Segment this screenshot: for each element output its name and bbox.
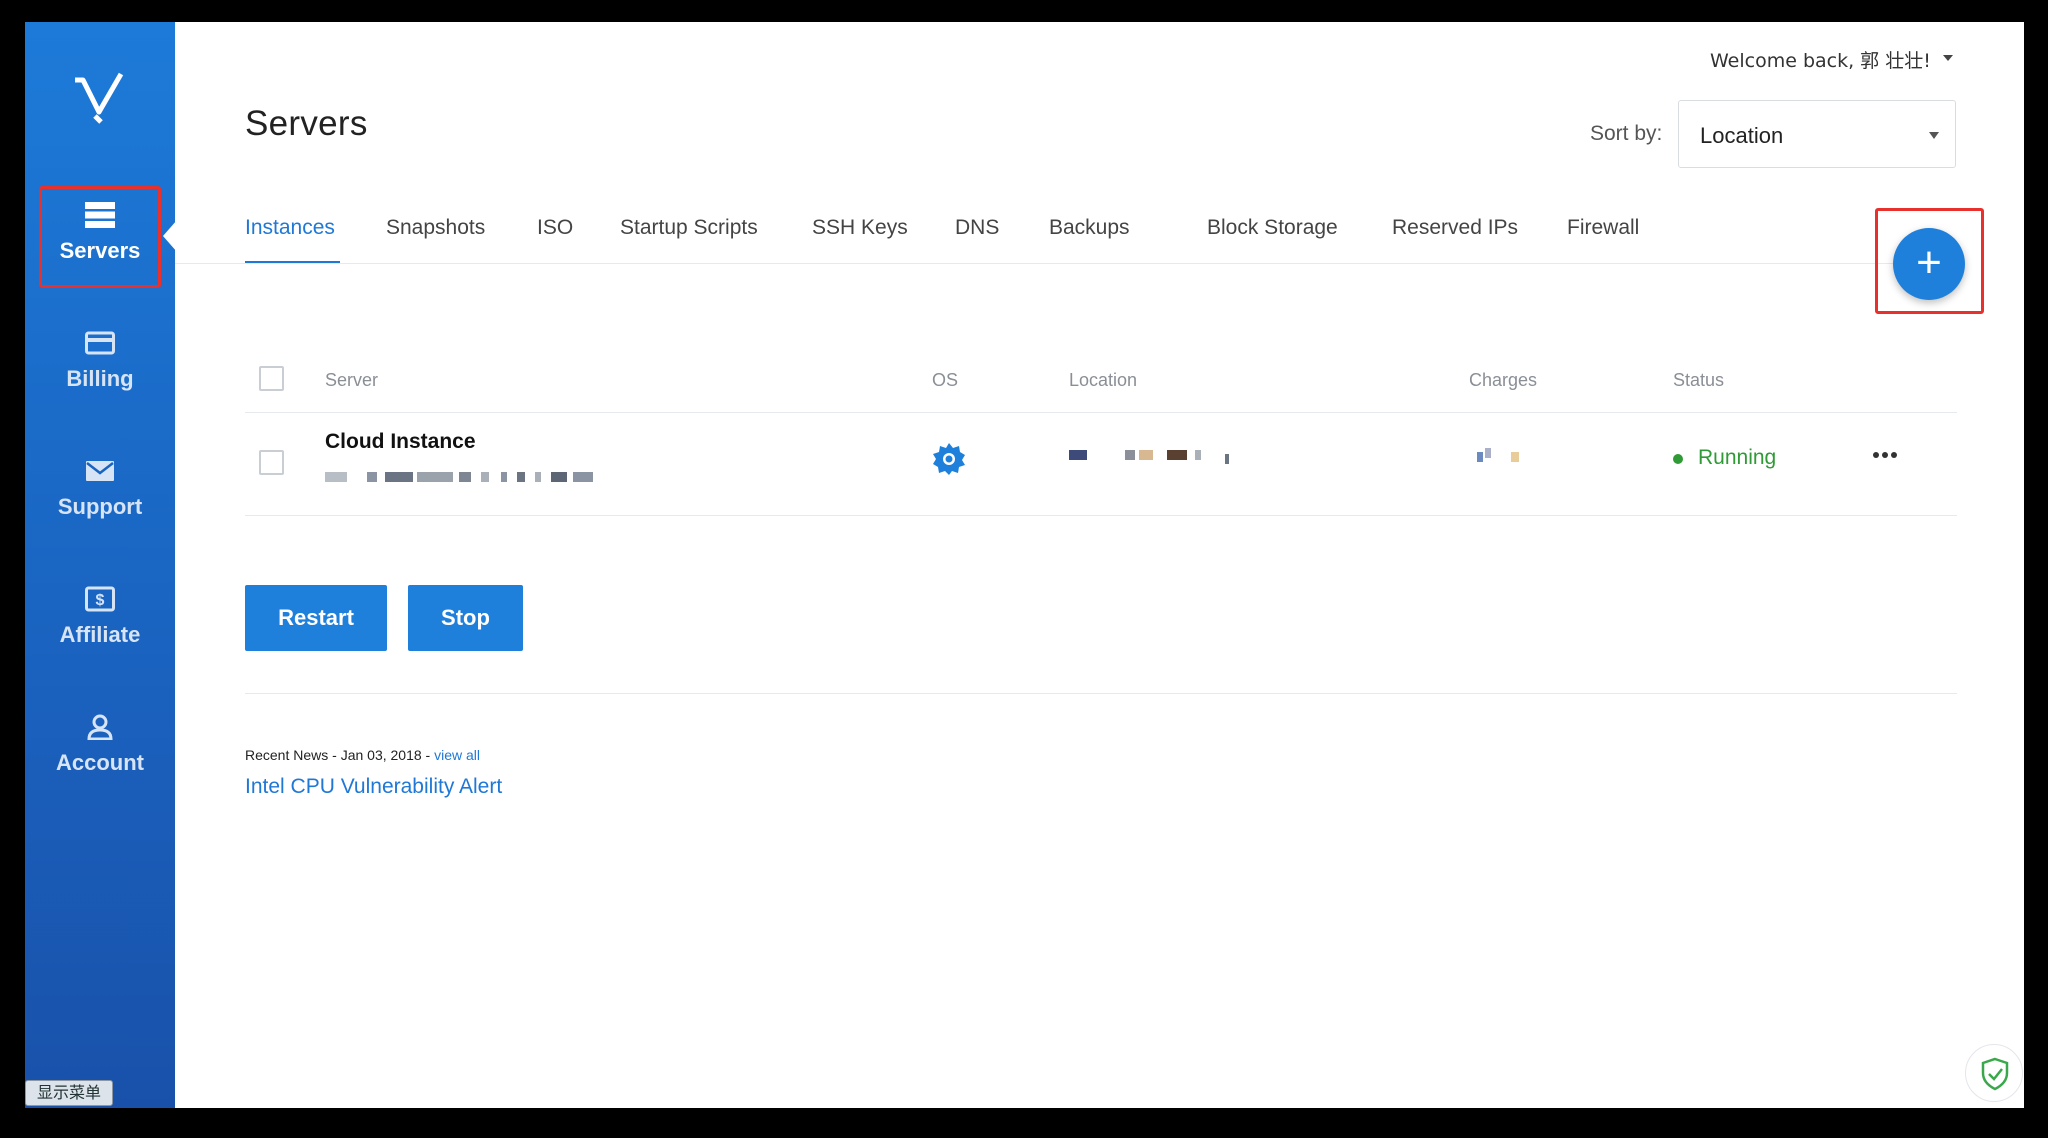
app-window: Servers Billing Support $ Affiliate Acco… <box>25 22 2024 1108</box>
tab-snapshots[interactable]: Snapshots <box>386 216 485 240</box>
view-all-link[interactable]: view all <box>434 747 480 763</box>
news-title-link[interactable]: Intel CPU Vulnerability Alert <box>245 775 502 799</box>
os-gear-icon <box>933 443 965 475</box>
sidebar-item-label: Support <box>57 494 143 519</box>
stop-button[interactable]: Stop <box>408 585 523 651</box>
sidebar-item-support[interactable]: Support <box>25 438 175 548</box>
tab-backups[interactable]: Backups <box>1049 216 1130 240</box>
caret-down-icon[interactable] <box>1943 55 1953 61</box>
redacted-location <box>1069 450 1259 464</box>
active-pointer <box>163 220 177 252</box>
table-row-divider <box>245 515 1957 516</box>
tab-reserved-ips[interactable]: Reserved IPs <box>1392 216 1518 240</box>
shield-check-icon <box>1981 1057 2009 1091</box>
tab-firewall[interactable]: Firewall <box>1567 216 1639 240</box>
recent-news-meta: Recent News - Jan 03, 2018 - view all <box>245 747 480 763</box>
status-running-dot <box>1673 454 1683 464</box>
table-header-divider <box>245 412 1957 413</box>
chevron-down-icon <box>1929 132 1939 139</box>
tab-block-storage[interactable]: Block Storage <box>1207 216 1338 240</box>
sidebar-item-label: Affiliate <box>59 622 141 647</box>
user-icon <box>87 714 113 740</box>
dollar-icon: $ <box>85 586 115 612</box>
page-title: Servers <box>245 104 368 143</box>
credit-card-icon <box>85 331 115 355</box>
section-divider <box>245 693 1957 694</box>
sidebar-item-label: Account <box>56 750 144 775</box>
restart-button[interactable]: Restart <box>245 585 387 651</box>
news-date: Recent News - Jan 03, 2018 - <box>245 747 435 763</box>
status-badge: Running <box>1698 446 1777 469</box>
sort-selected-value: Location <box>1700 123 1784 148</box>
highlight-frame-servers <box>39 186 161 288</box>
select-all-checkbox[interactable] <box>259 366 284 391</box>
column-header-charges[interactable]: Charges <box>1469 370 1537 391</box>
deploy-server-button[interactable]: + <box>1893 228 1965 300</box>
tab-ssh-keys[interactable]: SSH Keys <box>812 216 908 240</box>
redacted-charges <box>1477 448 1537 466</box>
tab-startup-scripts[interactable]: Startup Scripts <box>620 216 758 240</box>
show-menu-tag[interactable]: 显示菜单 <box>25 1080 113 1106</box>
sidebar: Servers Billing Support $ Affiliate Acco… <box>25 22 177 1108</box>
column-header-status[interactable]: Status <box>1673 370 1724 391</box>
sort-label: Sort by: <box>1590 122 1663 145</box>
column-header-os[interactable]: OS <box>932 370 958 391</box>
tabs-divider <box>175 263 1940 264</box>
more-options-icon[interactable] <box>1865 449 1905 463</box>
tab-iso[interactable]: ISO <box>537 216 573 240</box>
column-header-server[interactable]: Server <box>325 370 378 391</box>
sidebar-item-label: Billing <box>66 366 134 391</box>
column-header-location[interactable]: Location <box>1069 370 1137 391</box>
row-checkbox[interactable] <box>259 450 284 475</box>
server-name-link[interactable]: Cloud Instance <box>325 430 476 454</box>
sidebar-item-account[interactable]: Account <box>25 694 175 804</box>
sidebar-item-billing[interactable]: Billing <box>25 310 175 420</box>
sidebar-item-affiliate[interactable]: $ Affiliate <box>25 566 175 676</box>
vultr-logo-icon[interactable] <box>71 70 131 126</box>
tab-instances[interactable]: Instances <box>245 216 335 240</box>
sort-select[interactable]: Location <box>1678 100 1956 168</box>
welcome-menu[interactable]: Welcome back, 郭 壮壮! <box>1710 46 1931 73</box>
tab-dns[interactable]: DNS <box>955 216 999 240</box>
redacted-server-address <box>325 472 595 486</box>
svg-text:$: $ <box>96 592 105 609</box>
security-shield-badge[interactable] <box>1965 1044 2023 1102</box>
envelope-icon <box>86 461 114 481</box>
